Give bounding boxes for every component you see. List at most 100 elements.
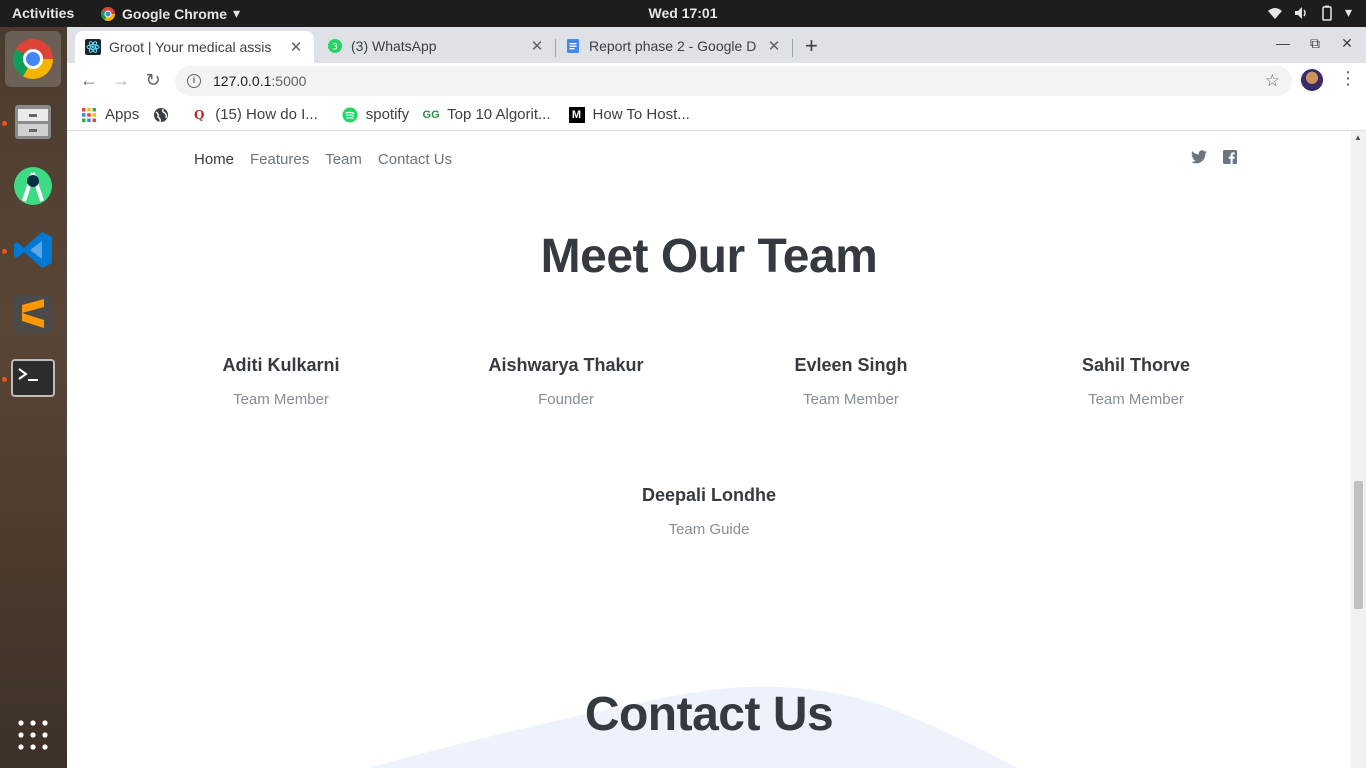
url-host: 127.0.0.1 xyxy=(213,73,272,89)
bookmark-geeksforgeeks[interactable]: GG Top 10 Algorit... xyxy=(422,106,551,123)
address-bar[interactable]: i 127.0.0.1:5000 ☆ xyxy=(175,66,1292,96)
site-navbar: Home Features Team Contact Us xyxy=(194,151,452,168)
chrome-icon xyxy=(13,39,53,79)
apps-grid-icon xyxy=(82,107,96,122)
member-role: Team Member xyxy=(1088,391,1184,408)
bookmark-spotify[interactable]: spotify xyxy=(342,106,409,123)
scroll-up-arrow-icon[interactable]: ▲ xyxy=(1354,133,1362,142)
bookmark-label: spotify xyxy=(365,106,410,123)
system-tray[interactable]: ▾ xyxy=(1267,4,1352,21)
close-tab-icon[interactable]: ✕ xyxy=(529,37,545,55)
dock-vscode[interactable] xyxy=(5,222,61,278)
web-page: Home Features Team Contact Us Meet Our T… xyxy=(67,131,1351,768)
globe-icon xyxy=(154,107,169,122)
profile-avatar[interactable] xyxy=(1301,69,1323,91)
quora-icon: Q xyxy=(193,107,205,122)
react-favicon-icon xyxy=(85,39,101,55)
team-member-card: Evleen Singh Team Member xyxy=(731,355,971,408)
dock-chrome[interactable] xyxy=(5,31,61,87)
sublime-text-icon xyxy=(14,295,52,333)
nav-link-home[interactable]: Home xyxy=(194,151,234,168)
team-member-card: Deepali Londhe Team Guide xyxy=(589,485,829,538)
scrollbar-thumb[interactable] xyxy=(1354,481,1363,609)
nav-link-team[interactable]: Team xyxy=(325,151,362,168)
page-scrollbar[interactable]: ▲ xyxy=(1351,131,1366,768)
dock xyxy=(0,27,67,768)
back-arrow-icon[interactable]: ← xyxy=(78,70,100,91)
member-name: Aishwarya Thakur xyxy=(488,355,644,375)
member-role: Team Guide xyxy=(668,521,750,538)
member-name: Evleen Singh xyxy=(794,355,908,375)
facebook-icon[interactable] xyxy=(1223,150,1237,164)
file-cabinet-icon xyxy=(15,105,51,139)
restore-icon[interactable]: ⧉ xyxy=(1299,35,1331,52)
battery-icon xyxy=(1322,5,1332,21)
tab-title: Groot | Your medical assis xyxy=(109,39,272,55)
window-controls: — ⧉ ✕ xyxy=(1267,35,1363,52)
system-menu-chevron-icon: ▾ xyxy=(1344,4,1352,20)
nav-link-features[interactable]: Features xyxy=(250,151,309,168)
geeksforgeeks-icon: GG xyxy=(422,108,440,121)
team-member-card: Aditi Kulkarni Team Member xyxy=(161,355,401,408)
close-tab-icon[interactable]: ✕ xyxy=(288,38,304,56)
google-docs-favicon-icon xyxy=(567,39,579,53)
close-tab-icon[interactable]: ✕ xyxy=(766,37,782,55)
bookmark-label: Apps xyxy=(105,106,140,123)
bookmark-label: How To Host... xyxy=(592,106,690,123)
spotify-icon xyxy=(342,107,358,122)
member-name: Sahil Thorve xyxy=(1081,355,1191,375)
team-member-card: Aishwarya Thakur Founder xyxy=(446,355,686,408)
bookmark-star-icon[interactable]: ☆ xyxy=(1265,71,1280,91)
member-role: Team Member xyxy=(803,391,899,408)
bookmark-label: Top 10 Algorit... xyxy=(447,106,551,123)
bookmark-label: (15) How do I... xyxy=(215,106,318,123)
browser-toolbar: ← → ↻ i 127.0.0.1:5000 ☆ ⋮ xyxy=(67,63,1366,99)
android-studio-icon xyxy=(14,167,52,205)
url-port: :5000 xyxy=(271,73,307,89)
contact-heading: Contact Us xyxy=(584,688,834,741)
clock[interactable]: Wed 17:01 xyxy=(0,5,1366,21)
forward-arrow-icon[interactable]: → xyxy=(110,70,132,91)
tab-title: Report phase 2 - Google D xyxy=(589,38,757,54)
terminal-icon xyxy=(11,359,55,397)
tab-separator xyxy=(792,39,793,57)
bookmarks-bar: Apps Q (15) How do I... spotify GG Top 1… xyxy=(67,99,1366,131)
tab-title: (3) WhatsApp xyxy=(351,38,437,54)
whatsapp-favicon-icon: 3 xyxy=(328,39,342,53)
dock-android-studio[interactable] xyxy=(5,158,61,214)
dock-terminal[interactable] xyxy=(5,350,61,406)
member-name: Aditi Kulkarni xyxy=(222,355,340,375)
team-member-card: Sahil Thorve Team Member xyxy=(1016,355,1256,408)
social-links xyxy=(1191,150,1237,164)
minimize-icon[interactable]: — xyxy=(1267,35,1299,52)
reload-icon[interactable]: ↻ xyxy=(142,70,164,91)
svg-text:3: 3 xyxy=(332,43,338,53)
twitter-icon[interactable] xyxy=(1191,150,1207,164)
member-name: Deepali Londhe xyxy=(641,485,776,505)
browser-chrome: Groot | Your medical assis ✕ 3 (3) Whats… xyxy=(67,27,1366,131)
dock-show-apps[interactable] xyxy=(5,707,61,763)
bookmark-medium[interactable]: M How To Host... xyxy=(568,106,690,123)
system-top-bar: Activities Google Chrome ▾ Wed 17:01 ▾ xyxy=(0,0,1366,27)
tab-whatsapp[interactable]: 3 (3) WhatsApp ✕ xyxy=(317,31,555,61)
bookmark-globe[interactable] xyxy=(153,107,177,123)
dock-sublime[interactable] xyxy=(5,286,61,342)
tab-groot[interactable]: Groot | Your medical assis ✕ xyxy=(75,31,314,63)
member-role: Team Member xyxy=(233,391,329,408)
close-window-icon[interactable]: ✕ xyxy=(1331,35,1363,52)
member-role: Founder xyxy=(538,391,594,408)
vscode-icon xyxy=(14,232,52,268)
tab-google-docs[interactable]: Report phase 2 - Google D ✕ xyxy=(555,31,792,61)
medium-icon: M xyxy=(568,106,585,123)
site-info-icon[interactable]: i xyxy=(187,74,201,88)
new-tab-button[interactable]: + xyxy=(805,33,818,59)
wifi-icon xyxy=(1267,7,1282,19)
bookmark-quora[interactable]: Q (15) How do I... xyxy=(191,106,318,123)
nav-link-contact[interactable]: Contact Us xyxy=(378,151,452,168)
bookmark-apps[interactable]: Apps xyxy=(81,106,139,123)
dock-files[interactable] xyxy=(5,94,61,150)
volume-icon xyxy=(1294,6,1306,19)
app-grid-icon xyxy=(18,720,48,750)
chrome-menu-icon[interactable]: ⋮ xyxy=(1339,68,1357,89)
team-heading: Meet Our Team xyxy=(540,230,878,283)
